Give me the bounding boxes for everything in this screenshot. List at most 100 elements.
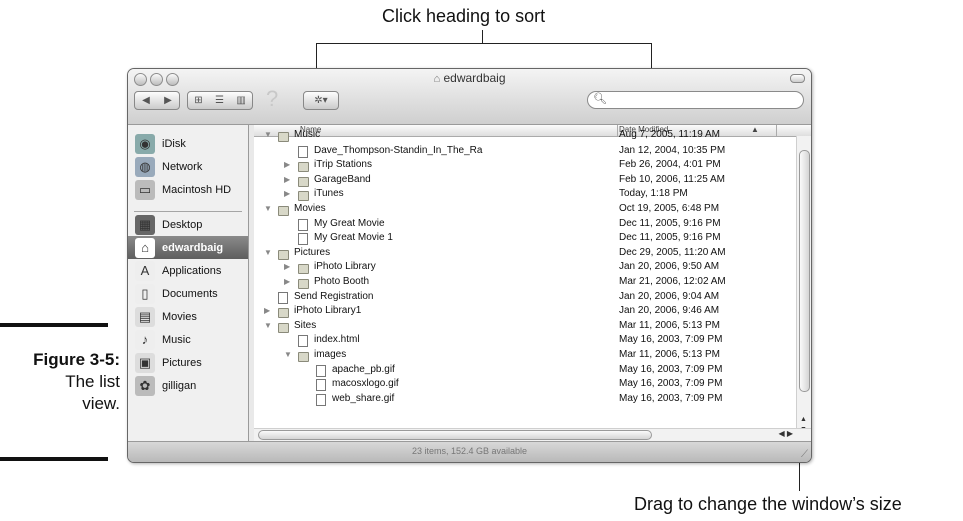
table-row[interactable]: index.html May 16, 2003, 7:09 PM (254, 334, 794, 348)
table-row[interactable]: ▼ images Mar 11, 2006, 5:13 PM (254, 349, 794, 363)
annotation-click-heading: Click heading to sort (382, 6, 546, 26)
sidebar-item-label: Applications (162, 264, 222, 277)
table-row[interactable]: ▶ iTunes Today, 1:18 PM (254, 188, 794, 202)
row-date: Jan 20, 2006, 9:04 AM (619, 290, 720, 302)
home-icon: ⌂ (135, 237, 155, 258)
help-icon[interactable]: ? (266, 86, 278, 112)
table-row[interactable]: My Great Movie Dec 11, 2005, 9:16 PM (254, 218, 794, 232)
forward-arrow-icon[interactable]: ▶ (164, 95, 172, 106)
disclosure-closed-icon[interactable]: ▶ (284, 160, 290, 169)
table-row[interactable]: web_share.gif May 16, 2003, 7:09 PM (254, 393, 794, 407)
disclosure-closed-icon[interactable]: ▶ (284, 189, 290, 198)
row-name: GarageBand (314, 173, 371, 185)
sidebar-item-desktop[interactable]: ▦ Desktop (128, 213, 248, 236)
table-row[interactable]: ▼ Movies Oct 19, 2005, 6:48 PM (254, 203, 794, 217)
sidebar-item-movies[interactable]: ▤ Movies (128, 305, 248, 328)
folder-icon (278, 132, 289, 142)
search-input[interactable]: 🔍︎ (587, 91, 804, 109)
figure-caption: view. (82, 394, 120, 413)
sidebar-item-idisk[interactable]: ◉ iDisk (128, 132, 248, 155)
status-bar: 23 items, 152.4 GB available ⟋ (128, 441, 811, 462)
document-icon (278, 291, 288, 304)
disclosure-closed-icon[interactable]: ▶ (264, 306, 270, 315)
toolbar-toggle-button[interactable] (790, 74, 805, 83)
table-row[interactable]: ▶ Photo Booth Mar 21, 2006, 12:02 AM (254, 276, 794, 290)
desktop-icon: ▦ (135, 214, 155, 235)
disclosure-open-icon[interactable]: ▼ (264, 204, 272, 213)
action-menu-button[interactable]: ✲▾ (303, 91, 339, 110)
table-row[interactable]: My Great Movie 1 Dec 11, 2005, 9:16 PM (254, 232, 794, 246)
music-icon: ♪ (135, 329, 155, 350)
annotation-drag-resize: Drag to change the window’s size (634, 494, 902, 514)
scroll-up-icon[interactable]: ▲ (800, 416, 807, 423)
gear-icon: ✲▾ (314, 95, 328, 106)
vertical-scrollbar[interactable]: ▲ ▼ (796, 136, 811, 440)
row-name: images (314, 349, 347, 360)
back-forward-buttons[interactable]: ◀ ▶ (134, 91, 180, 110)
sidebar-item-network[interactable]: ◍ Network (128, 155, 248, 178)
title-bar[interactable]: ⌂ edwardbaig ◀ ▶ ⊞ ☰ ▥ ? ✲▾ 🔍︎ (128, 69, 811, 125)
column-view-icon[interactable]: ▥ (236, 95, 245, 106)
folder-icon (298, 352, 309, 362)
disclosure-open-icon[interactable]: ▼ (264, 321, 272, 330)
row-name: web_share.gif (332, 392, 395, 404)
sidebar-item-documents[interactable]: ▯ Documents (128, 282, 248, 305)
view-buttons[interactable]: ⊞ ☰ ▥ (187, 91, 253, 110)
table-row[interactable]: macosxlogo.gif May 16, 2003, 7:09 PM (254, 378, 794, 392)
disclosure-open-icon[interactable]: ▼ (284, 350, 292, 359)
table-row[interactable]: ▶ iPhoto Library1 Jan 20, 2006, 9:46 AM (254, 305, 794, 319)
disclosure-open-icon[interactable]: ▼ (264, 130, 272, 139)
document-icon (298, 145, 308, 158)
sidebar-item-music[interactable]: ♪ Music (128, 328, 248, 351)
table-row[interactable]: ▼ Pictures Dec 29, 2005, 11:20 AM (254, 247, 794, 261)
row-name: Sites (294, 319, 317, 331)
scroll-thumb[interactable] (799, 150, 810, 392)
sidebar-item-macintosh-hd[interactable]: ▭ Macintosh HD (128, 178, 248, 201)
disclosure-closed-icon[interactable]: ▶ (284, 277, 290, 286)
row-date: Feb 10, 2006, 11:25 AM (619, 173, 726, 185)
row-name: Pictures (294, 246, 331, 258)
horizontal-scrollbar[interactable]: ◀ ▶ (254, 428, 811, 441)
resize-grip-icon[interactable]: ⟋ (801, 449, 808, 460)
folder-icon (278, 322, 289, 333)
disclosure-open-icon[interactable]: ▼ (264, 248, 272, 257)
disclosure-closed-icon[interactable]: ▶ (284, 262, 290, 271)
scroll-arrows-icon[interactable]: ◀ ▶ (778, 429, 793, 438)
table-row[interactable]: Send Registration Jan 20, 2006, 9:04 AM (254, 291, 794, 305)
finder-window: ⌂ edwardbaig ◀ ▶ ⊞ ☰ ▥ ? ✲▾ 🔍︎ ◉ iDisk ◍ Ne… (127, 68, 812, 463)
scroll-thumb[interactable] (258, 430, 652, 440)
row-date: Feb 26, 2004, 4:01 PM (619, 159, 721, 171)
sidebar-item-gilligan[interactable]: ✿ gilligan (128, 374, 248, 397)
sidebar-item-edwardbaig[interactable]: ⌂ edwardbaig (128, 236, 248, 259)
table-row[interactable]: ▶ GarageBand Feb 10, 2006, 11:25 AM (254, 174, 794, 188)
disclosure-closed-icon[interactable]: ▶ (284, 175, 290, 184)
sidebar-item-label: Documents (162, 287, 218, 300)
pictures-icon: ▣ (135, 352, 155, 373)
sidebar-item-label: Network (162, 160, 203, 173)
figure-number: Figure 3-5: (33, 350, 120, 369)
figure-caption: The list (65, 372, 120, 391)
row-date: Dec 11, 2005, 9:16 PM (619, 217, 721, 229)
list-view-icon[interactable]: ☰ (215, 95, 224, 106)
table-row[interactable]: apache_pb.gif May 16, 2003, 7:09 PM (254, 364, 794, 378)
row-date: Mar 21, 2006, 12:02 AM (619, 276, 726, 287)
row-date: May 16, 2003, 7:09 PM (619, 392, 723, 404)
row-date: Dec 11, 2005, 9:16 PM (619, 232, 721, 244)
table-row[interactable]: ▶ iPhoto Library Jan 20, 2006, 9:50 AM (254, 261, 794, 275)
row-date: May 16, 2003, 7:09 PM (619, 363, 723, 375)
back-arrow-icon[interactable]: ◀ (142, 95, 150, 106)
row-date: Jan 20, 2006, 9:46 AM (619, 305, 720, 317)
sidebar-separator (134, 211, 242, 212)
home-icon: ⌂ (433, 73, 441, 85)
row-name: iPhoto Library (314, 261, 376, 273)
movies-icon: ▤ (135, 306, 155, 327)
table-row[interactable]: ▼ Music Aug 7, 2005, 11:19 AM (254, 129, 794, 143)
table-row[interactable]: Dave_Thompson-Standin_In_The_Ra Jan 12, 2… (254, 145, 794, 159)
row-name: My Great Movie 1 (314, 232, 393, 244)
icon-view-icon[interactable]: ⊞ (194, 95, 202, 106)
sidebar-item-applications[interactable]: A Applications (128, 259, 248, 282)
table-row[interactable]: ▼ Sites Mar 11, 2006, 5:13 PM (254, 320, 794, 334)
table-row[interactable]: ▶ iTrip Stations Feb 26, 2004, 4:01 PM (254, 159, 794, 173)
row-name: macosxlogo.gif (332, 378, 399, 390)
sidebar-item-pictures[interactable]: ▣ Pictures (128, 351, 248, 374)
